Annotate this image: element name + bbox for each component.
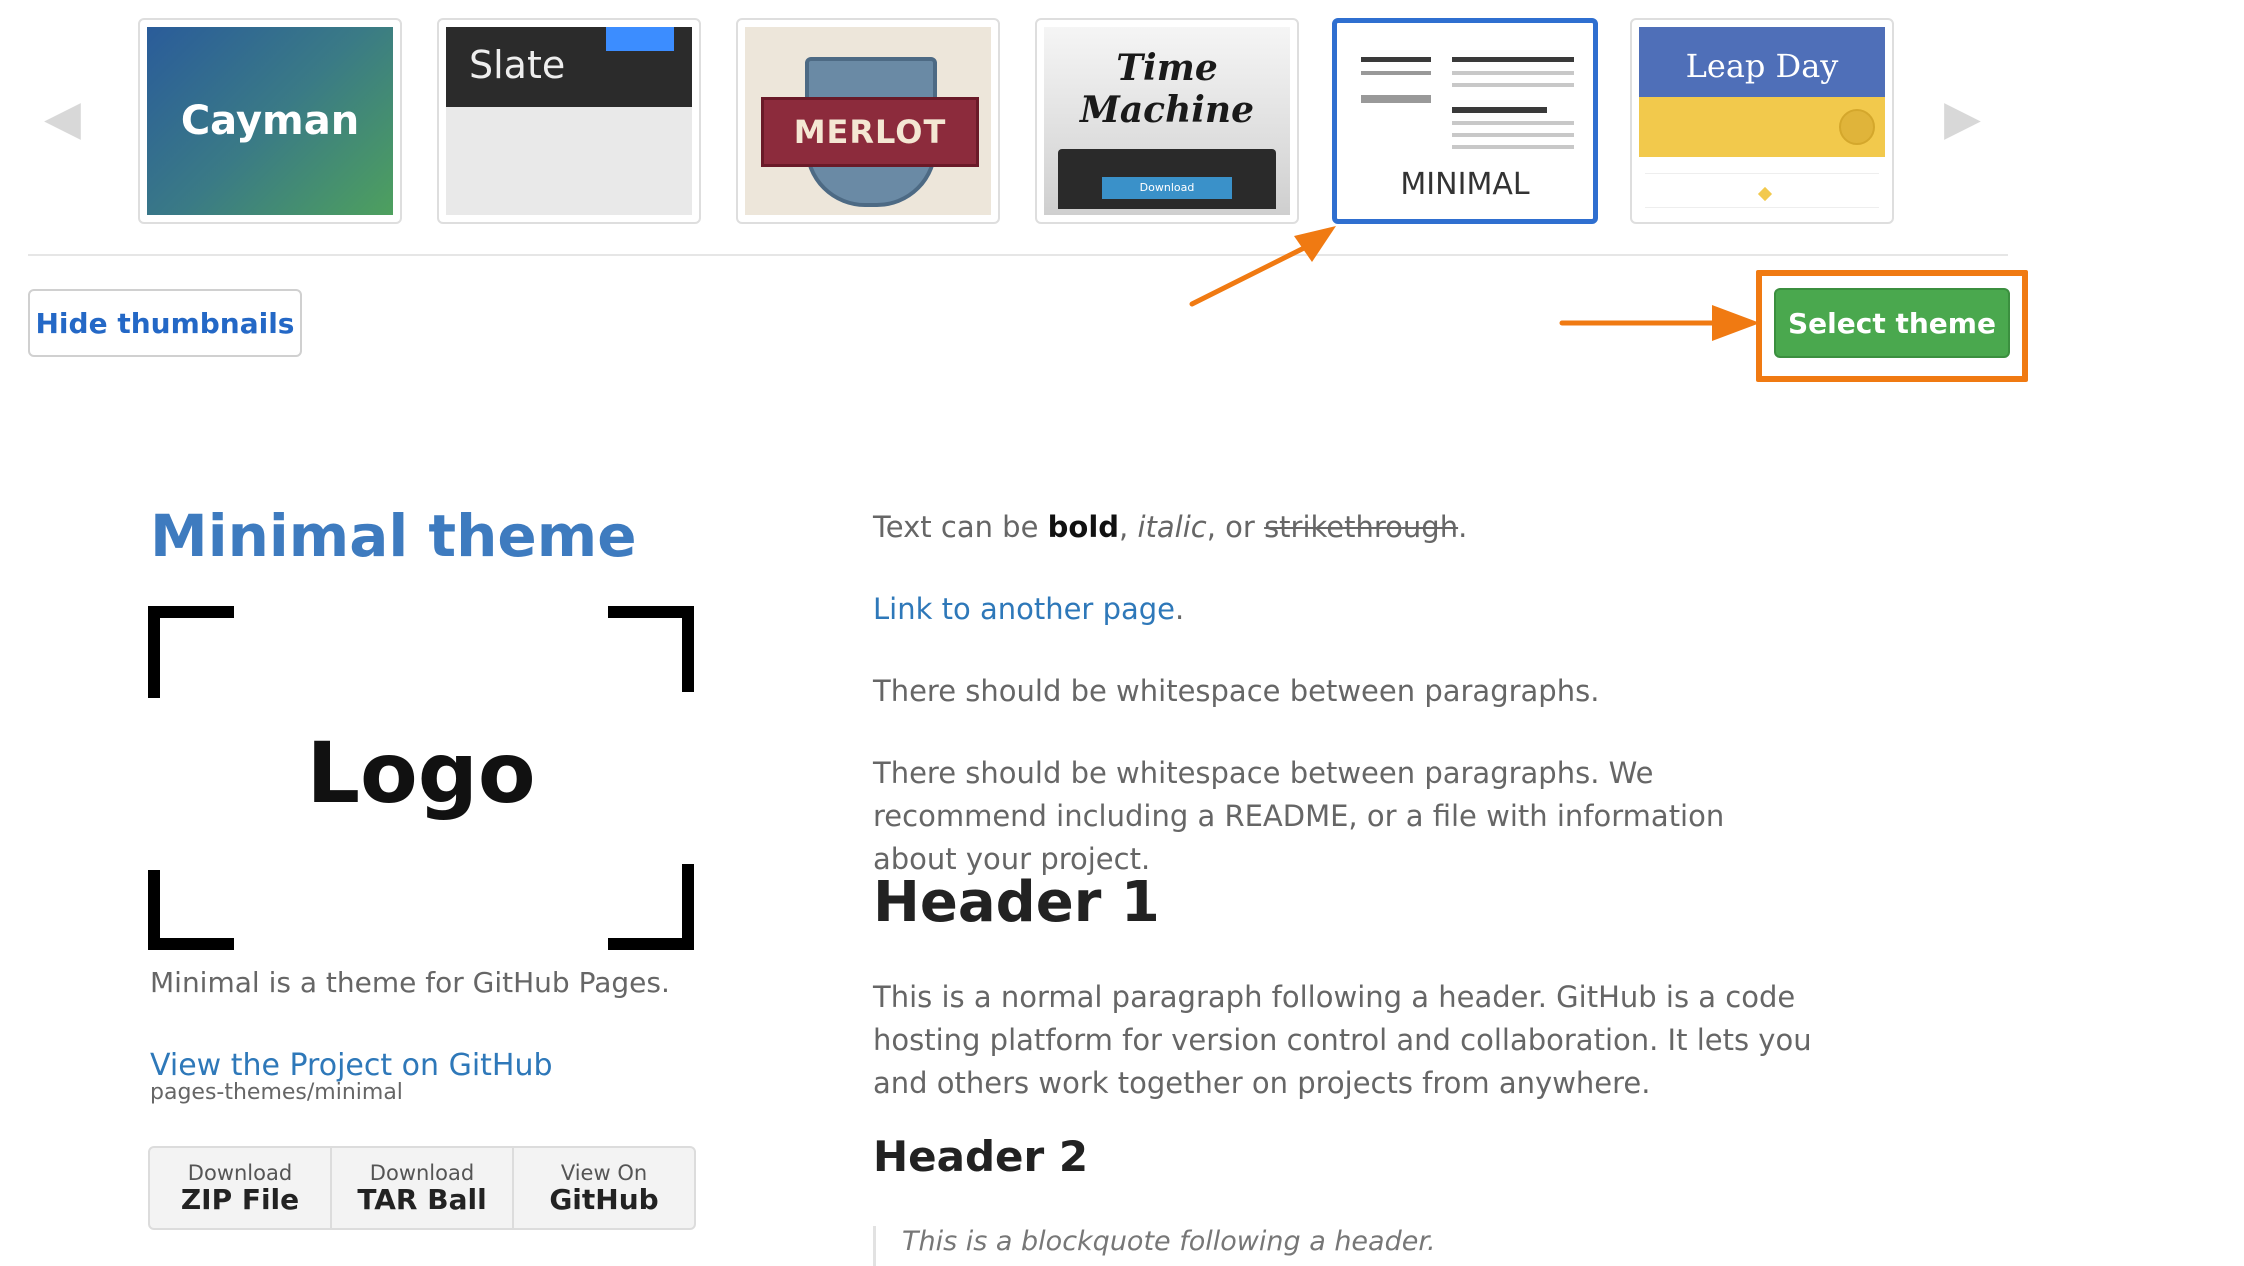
header-2: Header 2 (873, 1132, 1089, 1181)
link-paragraph: Link to another page. (873, 588, 1184, 631)
download-zip-button[interactable]: Download ZIP File (150, 1148, 332, 1228)
text-sep2: , or (1206, 510, 1265, 544)
download-zip-top: Download (187, 1161, 293, 1185)
another-page-link[interactable]: Link to another page (873, 592, 1175, 626)
normal-paragraph: This is a normal paragraph following a h… (873, 980, 1812, 1100)
annotation-arrows (1189, 226, 1760, 341)
download-tar-button[interactable]: Download TAR Ball (332, 1148, 514, 1228)
arrow-to-minimal-icon (1189, 226, 1336, 307)
text-strikethrough: strikethrough (1264, 510, 1459, 544)
whitespace-paragraph-1: There should be whitespace between parag… (873, 674, 1600, 708)
text-bold: bold (1047, 510, 1120, 544)
view-on-github-button[interactable]: View On GitHub (514, 1148, 694, 1228)
page-title: Minimal theme (150, 502, 637, 570)
text-sep1: , (1119, 510, 1138, 544)
text-plain: Text can be (873, 510, 1048, 544)
blockquote: This is a blockquote following a header. (873, 1226, 1436, 1266)
text-italic: italic (1137, 510, 1207, 544)
theme-description: Minimal is a theme for GitHub Pages. (150, 966, 670, 999)
logo-placeholder: Logo (148, 606, 694, 950)
view-on-github-top: View On (560, 1161, 648, 1185)
repo-name: pages-themes/minimal (150, 1080, 403, 1105)
view-project-link[interactable]: View the Project on GitHub (150, 1048, 553, 1083)
formatting-paragraph: Text can be bold, italic, or strikethrou… (873, 506, 1467, 549)
download-zip-bottom: ZIP File (180, 1183, 300, 1216)
text-end: . (1458, 510, 1468, 544)
download-tar-bottom: TAR Ball (357, 1183, 487, 1216)
logo-text: Logo (306, 724, 536, 822)
whitespace-paragraph-2: There should be whitespace between parag… (873, 756, 1725, 876)
header-1: Header 1 (873, 870, 1160, 935)
download-tar-top: Download (369, 1161, 475, 1185)
download-buttons: Download ZIP File Download TAR Ball View… (148, 1146, 696, 1230)
link-period: . (1175, 592, 1185, 626)
arrow-to-select-theme-icon (1559, 305, 1760, 341)
view-on-github-bottom: GitHub (549, 1183, 659, 1216)
